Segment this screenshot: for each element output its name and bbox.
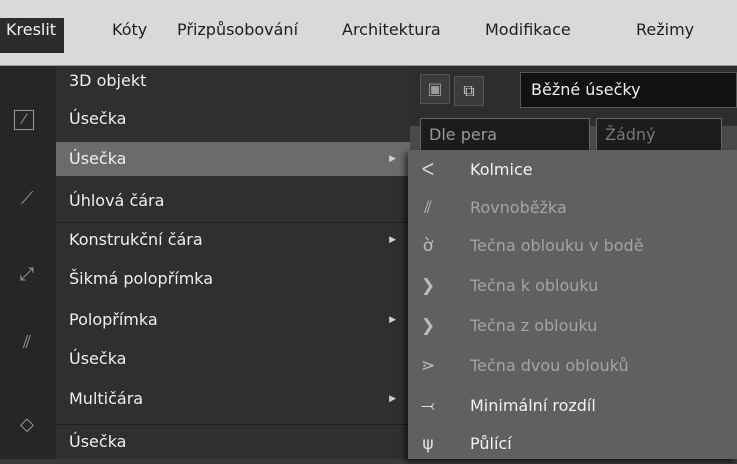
menu-koty[interactable]: Kóty: [112, 20, 147, 39]
layer-icon[interactable]: ▣: [420, 74, 450, 104]
tangent-from-arc-icon: ❯: [420, 316, 436, 336]
menu-bar: Kreslit Kóty Přizpůsobování Architektura…: [0, 0, 737, 66]
menu-item-poloprimka[interactable]: Polopřímka ▶: [56, 303, 410, 337]
menu-item-usecka-2[interactable]: Úsečka: [56, 342, 410, 376]
menu-item-label: Šikmá polopřímka: [69, 269, 214, 288]
pen-select[interactable]: Dle pera: [420, 118, 590, 152]
menu-item-sikma-poloprimka[interactable]: Šikmá polopřímka: [56, 262, 410, 296]
perpendicular-icon: ᐸ: [421, 160, 435, 180]
polyline-icon[interactable]: ◇: [14, 412, 40, 438]
menu-kreslit[interactable]: Kreslit: [0, 18, 65, 53]
submenu-item-rovnobezka[interactable]: ⫽ Rovnoběžka: [408, 188, 737, 228]
parallel-icon[interactable]: ⫽: [14, 330, 40, 356]
menu-prizpusobovani[interactable]: Přizpůsobování: [177, 20, 298, 39]
submenu-item-label: Kolmice: [470, 160, 533, 179]
menu-modifikace[interactable]: Modifikace: [485, 20, 571, 39]
menu-item-label: Úhlová čára: [69, 191, 165, 210]
submenu-item-label: Tečna oblouku v bodě: [470, 236, 644, 255]
submenu-item-label: Tečna z oblouku: [470, 316, 598, 335]
menu-item-label: Konstrukční čára: [69, 230, 203, 249]
bisector-icon: ψ: [422, 434, 434, 454]
tangent-point-icon: ờ: [422, 236, 434, 256]
submenu-item-tecna-dvou-oblouku[interactable]: ⋗ Tečna dvou oblouků: [408, 346, 737, 386]
menu-item-usecka-submenu[interactable]: Úsečka ▶: [56, 142, 410, 176]
menu-item-uhlova-cara[interactable]: Úhlová čára: [56, 184, 410, 218]
menu-rezimy[interactable]: Režimy: [636, 20, 694, 39]
tangent-two-arcs-icon: ⋗: [420, 356, 436, 376]
menu-item-label: Úsečka: [69, 349, 127, 368]
parallel-line-icon: ⫽: [424, 198, 432, 218]
usecka-submenu: ᐸ Kolmice ⫽ Rovnoběžka ờ Tečna oblouku v…: [408, 150, 737, 459]
submenu-item-pulici[interactable]: ψ Půlící: [408, 424, 737, 464]
submenu-arrow-icon: ▶: [389, 235, 396, 245]
submenu-item-label: Rovnoběžka: [470, 198, 567, 217]
menu-item-label: Polopřímka: [69, 310, 158, 329]
menu-item-3d-objekt[interactable]: 3D objekt: [56, 64, 410, 98]
copy-icon[interactable]: ⧉: [454, 76, 484, 106]
menu-architektura[interactable]: Architektura: [342, 20, 441, 39]
submenu-arrow-icon: ▶: [389, 394, 396, 404]
menu-item-label: Úsečka: [69, 109, 127, 128]
line-icon[interactable]: ⁄: [14, 110, 34, 130]
submenu-item-label: Tečna dvou oblouků: [470, 356, 629, 375]
submenu-arrow-icon: ▶: [389, 154, 396, 164]
submenu-item-label: Tečna k oblouku: [470, 276, 599, 295]
submenu-item-label: Půlící: [470, 434, 512, 453]
fill-select[interactable]: Žádný: [596, 118, 722, 152]
min-distance-icon: ⤙: [421, 396, 435, 416]
menu-item-usecka-3[interactable]: Úsečka: [56, 424, 410, 458]
menu-item-konstrukcni-cara[interactable]: Konstrukční čára ▶: [56, 222, 410, 256]
submenu-item-tecna-z-oblouku[interactable]: ❯ Tečna z oblouku: [408, 306, 737, 346]
menu-item-label: Úsečka: [69, 149, 127, 168]
submenu-item-tecna-oblouku-v-bode[interactable]: ờ Tečna oblouku v bodě: [408, 226, 737, 266]
submenu-item-kolmice[interactable]: ᐸ Kolmice: [408, 150, 737, 190]
submenu-item-label: Minimální rozdíl: [470, 396, 596, 415]
angle-line-icon[interactable]: ⟋: [14, 186, 40, 212]
menu-item-usecka[interactable]: Úsečka: [56, 102, 410, 136]
menu-item-label: Úsečka: [69, 432, 127, 451]
submenu-item-minimalni-rozdil[interactable]: ⤙ Minimální rozdíl: [408, 386, 737, 426]
submenu-arrow-icon: ▶: [389, 315, 396, 325]
kreslit-dropdown: 3D objekt Úsečka Úsečka ▶ Úhlová čára Ko…: [56, 66, 410, 459]
submenu-item-tecna-k-oblouku[interactable]: ❯ Tečna k oblouku: [408, 266, 737, 306]
menu-item-multicara[interactable]: Multičára ▶: [56, 382, 410, 416]
tangent-to-arc-icon: ❯: [420, 276, 436, 296]
menu-item-label: 3D objekt: [69, 71, 147, 90]
linetype-select[interactable]: Běžné úsečky: [520, 72, 737, 108]
ray-icon[interactable]: ⤢: [14, 262, 40, 288]
menu-item-label: Multičára: [69, 389, 144, 408]
